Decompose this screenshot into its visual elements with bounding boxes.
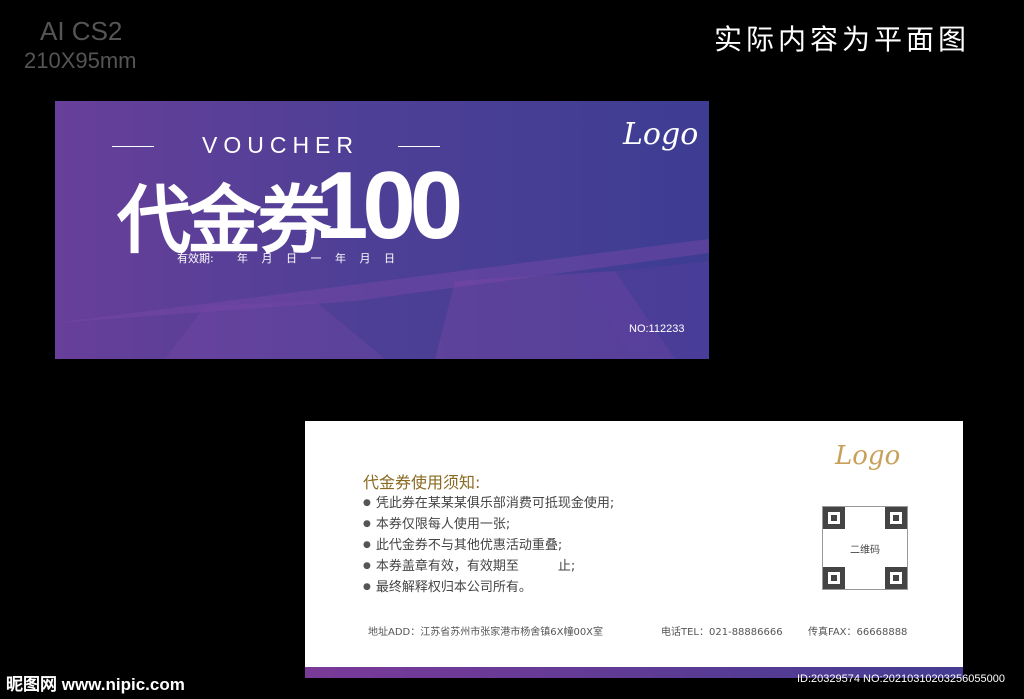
logo: Logo <box>623 117 699 152</box>
fax: 传真FAX：66668888 <box>808 627 908 638</box>
note-text: 实际内容为平面图 <box>714 23 971 56</box>
qr-code-placeholder: 二维码 <box>822 506 908 590</box>
size-label: 210X95mm <box>24 48 137 73</box>
rule-item: 本券盖章有效，有效期至 止; <box>363 556 614 577</box>
rule-item: 最终解释权归本公司所有。 <box>363 577 614 598</box>
rule-item: 本券仅限每人使用一张; <box>363 514 614 535</box>
software-label: AI CS2 <box>40 16 123 46</box>
qr-finder-icon <box>823 507 845 529</box>
voucher-amount: 100 <box>315 152 463 259</box>
voucher-back: Logo 代金券使用须知: 凭此券在某某某俱乐部消费可抵现金使用; 本券仅限每人… <box>305 421 963 678</box>
watermark-site: 昵图网 www.nipic.com <box>6 675 185 694</box>
serial-number: NO:112233 <box>629 323 685 335</box>
qr-finder-icon <box>885 507 907 529</box>
rule-item: 凭此券在某某某俱乐部消费可抵现金使用; <box>363 493 614 514</box>
validity-dates: 年 月 日 一 年 月 日 <box>237 252 395 265</box>
rules-list: 凭此券在某某某俱乐部消费可抵现金使用; 本券仅限每人使用一张; 此代金券不与其他… <box>363 493 614 598</box>
divider-line <box>398 146 440 147</box>
divider-line <box>112 146 154 147</box>
rules-title: 代金券使用须知: <box>363 473 481 492</box>
watermark-id: ID:20329574 NO:20210310203256055000 <box>797 673 1005 685</box>
currency-symbol: ¥ <box>305 221 316 241</box>
qr-finder-icon <box>885 567 907 589</box>
address: 地址ADD：江苏省苏州市张家港市杨舍镇6X幢00X室 <box>368 627 604 638</box>
voucher-front: VOUCHER 代金券 ¥ 100 有效期: 年 月 日 一 年 月 日 Log… <box>55 101 709 359</box>
telephone: 电话TEL：021-88886666 <box>661 627 783 638</box>
rule-item: 此代金券不与其他优惠活动重叠; <box>363 535 614 556</box>
qr-label: 二维码 <box>850 545 880 556</box>
validity-label: 有效期: <box>177 252 214 265</box>
logo: Logo <box>835 441 901 471</box>
qr-finder-icon <box>823 567 845 589</box>
